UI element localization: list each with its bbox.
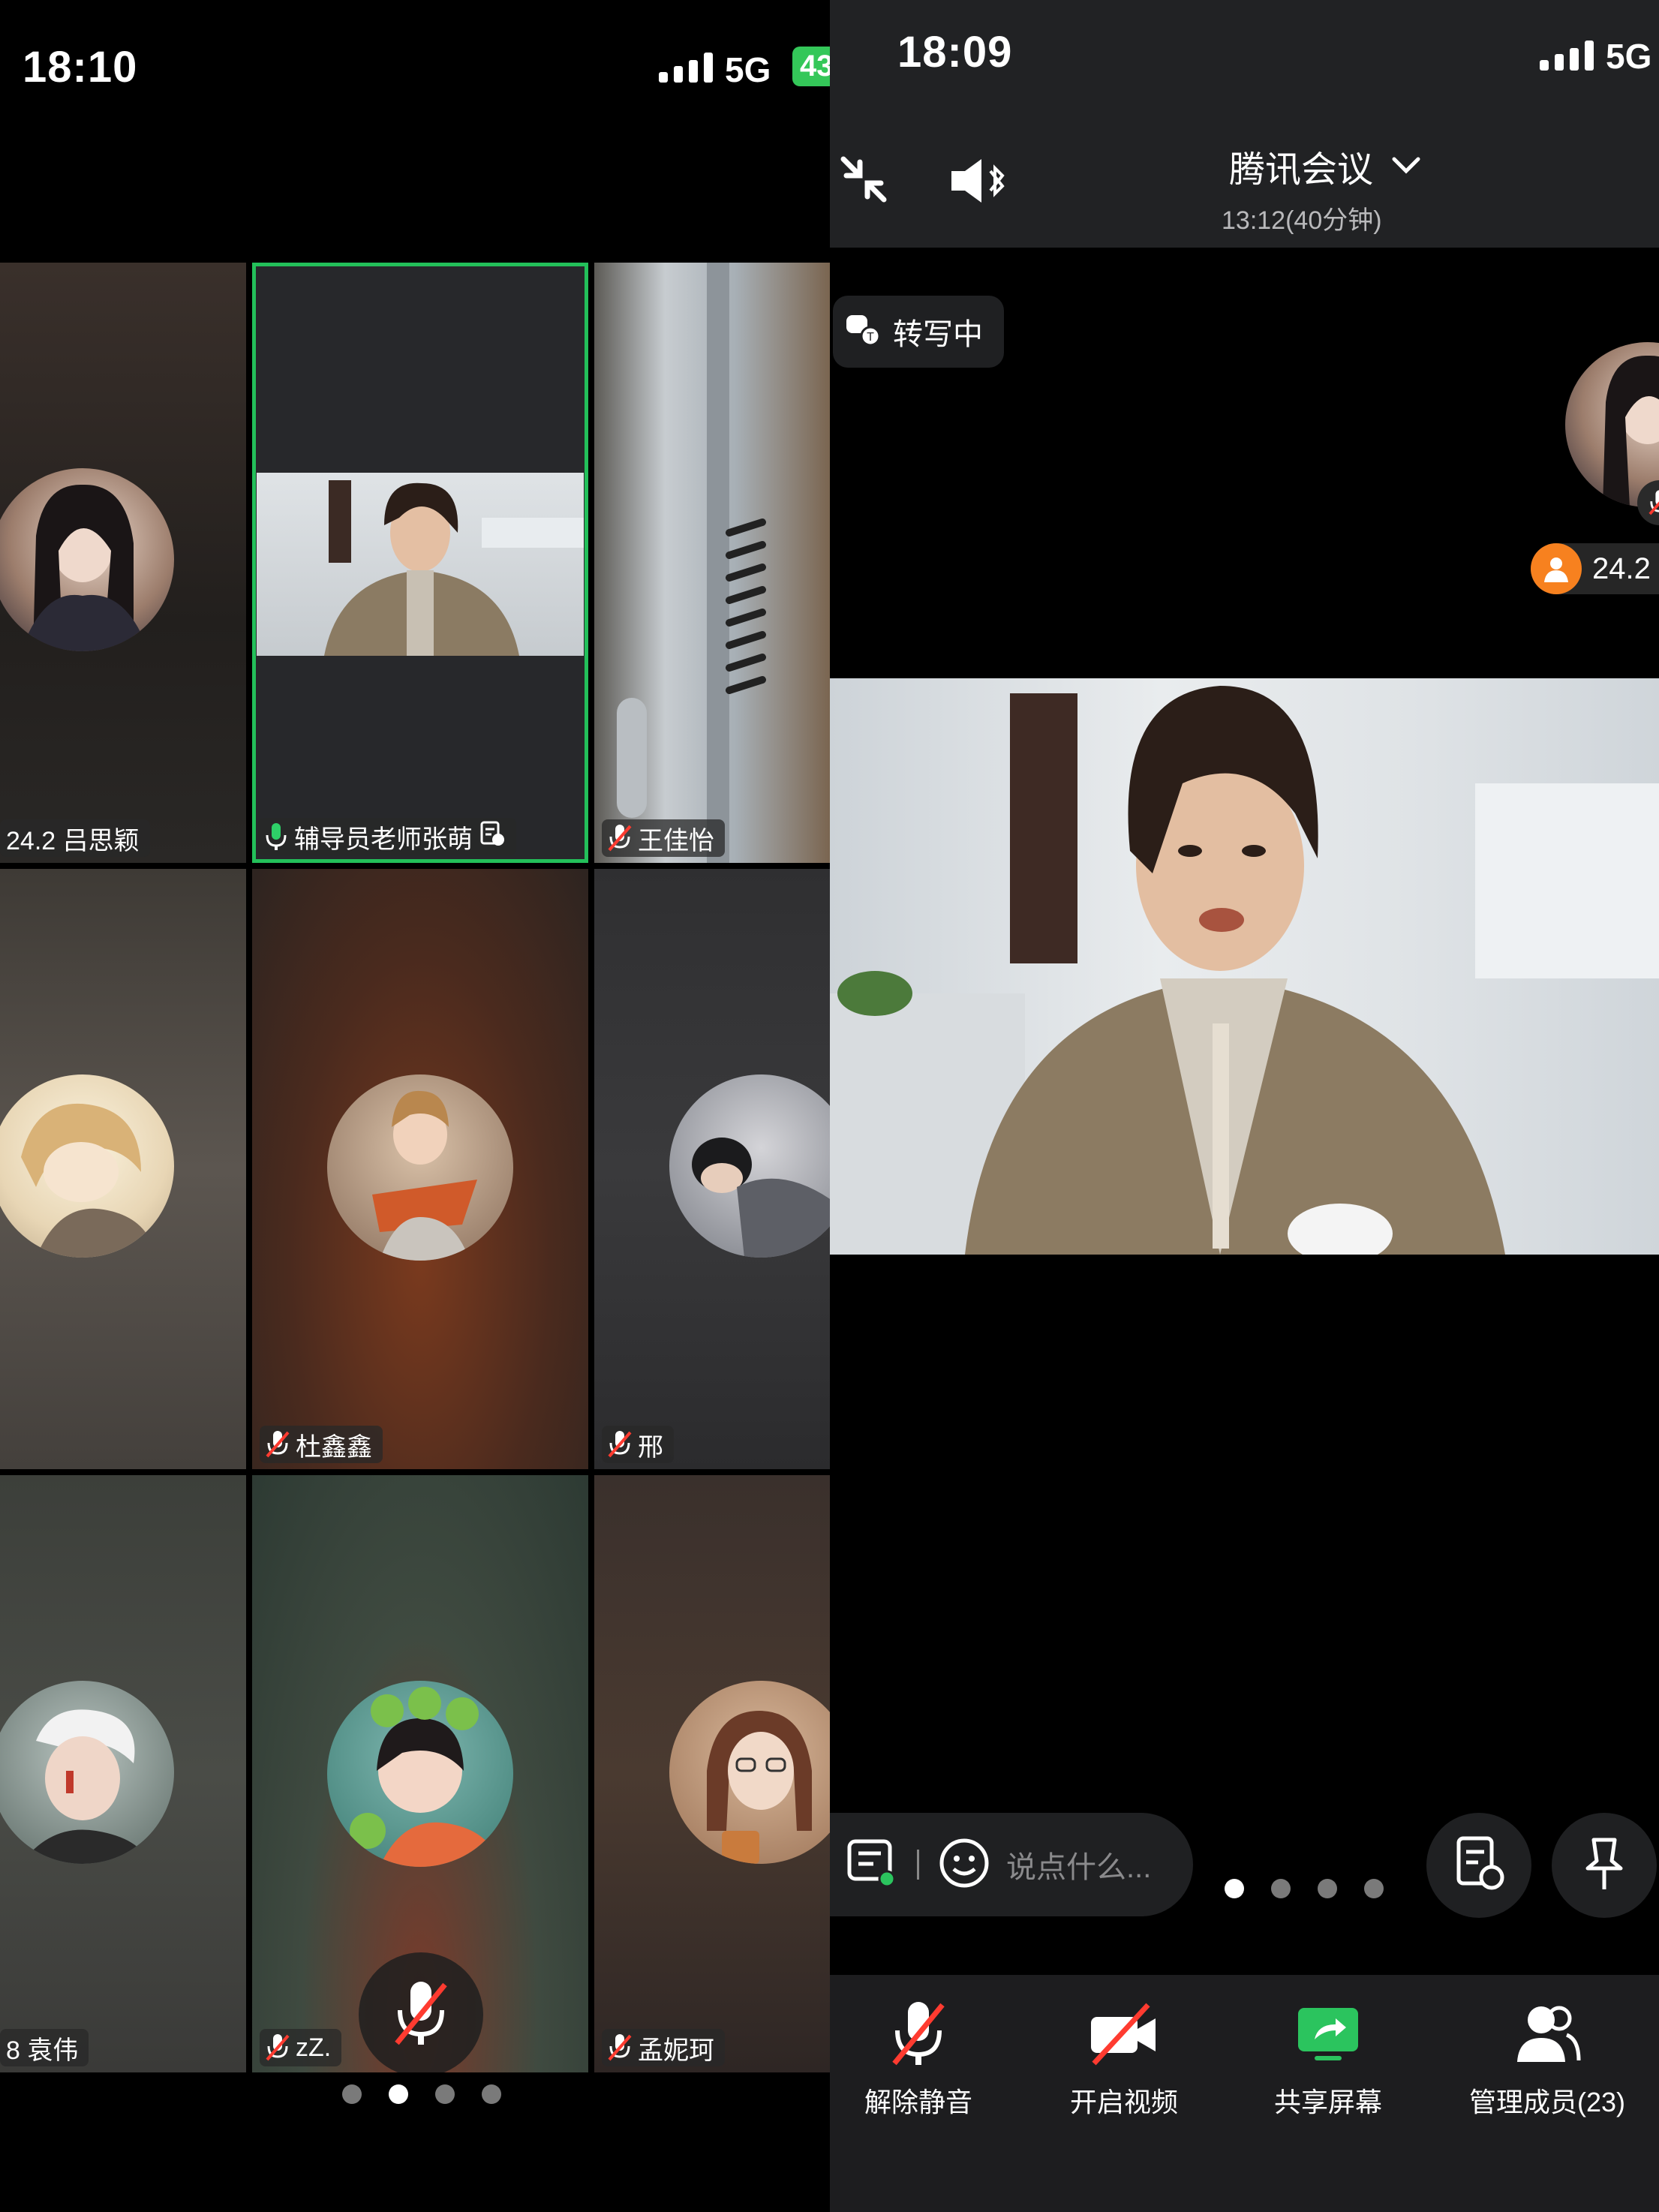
page-dot[interactable] xyxy=(435,2084,455,2104)
video-tile[interactable]: 邢 xyxy=(594,869,830,1469)
video-tile[interactable]: 24.2 吕思颖 xyxy=(0,263,246,863)
page-dot[interactable] xyxy=(342,2084,362,2104)
participant-name-tag: 孟妮珂 xyxy=(602,2029,725,2066)
participant-name-tag: 杜鑫鑫 xyxy=(260,1426,383,1463)
mic-muted-icon xyxy=(608,1429,632,1459)
participant-name: 8 袁伟 xyxy=(6,2036,79,2065)
page-dot[interactable] xyxy=(1271,1879,1291,1898)
status-time: 18:09 xyxy=(897,28,1013,77)
manage-members-label: 管理成员(23) xyxy=(1468,2087,1626,2117)
bluetooth-speaker-icon[interactable] xyxy=(948,156,1008,209)
mic-on-icon xyxy=(264,822,288,852)
page-dot[interactable] xyxy=(1364,1879,1384,1898)
start-video-label: 开启视频 xyxy=(1069,2087,1178,2117)
speaker-video xyxy=(257,473,584,656)
divider xyxy=(917,1850,919,1880)
participant-name-tag: 辅导员老师张萌 xyxy=(258,818,516,855)
chat-bar[interactable]: 说点什么... xyxy=(830,1813,1193,1916)
status-time: 18:10 xyxy=(23,43,138,92)
mic-muted-icon xyxy=(266,2033,290,2063)
unmute-label: 解除静音 xyxy=(864,2087,972,2117)
participant-badge-label: 24.2 xyxy=(1592,551,1651,585)
participant-name-tag: 邢 xyxy=(602,1426,674,1463)
transcribe-icon: T xyxy=(845,312,881,352)
network-type: 5G xyxy=(725,50,771,89)
video-tile[interactable]: 孟妮珂 xyxy=(594,1475,830,2072)
participant-name: 王佳怡 xyxy=(638,826,714,855)
mic-muted-icon xyxy=(888,2002,948,2072)
document-icon xyxy=(1453,1835,1505,1896)
video-tile[interactable]: zZ. xyxy=(252,1475,588,2072)
video-tile[interactable] xyxy=(0,869,246,1469)
participant-name: 邢 xyxy=(638,1432,663,1462)
page-dot[interactable] xyxy=(482,2084,501,2104)
video-tile-active-speaker[interactable]: 辅导员老师张萌 xyxy=(252,263,588,863)
avatar xyxy=(0,1681,174,1864)
mic-muted-icon xyxy=(608,2033,632,2063)
share-screen-label: 共享屏幕 xyxy=(1273,2087,1382,2117)
page-dot[interactable] xyxy=(1318,1879,1337,1898)
signal-icon xyxy=(1540,41,1594,71)
members-icon xyxy=(1511,2006,1583,2072)
participant-name-tag: zZ. xyxy=(260,2029,342,2066)
participant-name: zZ. xyxy=(296,2033,332,2062)
video-tile[interactable]: 王佳怡 xyxy=(594,263,830,863)
emoji-icon[interactable] xyxy=(937,1836,991,1894)
video-tile[interactable]: 8 袁伟 xyxy=(0,1475,246,2072)
meeting-toolbar: 解除静音 开启视频 共享屏幕 管理成员(23) xyxy=(830,1975,1659,2212)
document-icon xyxy=(479,820,506,854)
mic-muted-icon xyxy=(266,1429,290,1459)
unmute-button[interactable]: 解除静音 xyxy=(830,1997,1008,2120)
chat-input[interactable]: 说点什么... xyxy=(1006,1843,1151,1886)
share-screen-button[interactable]: 共享屏幕 xyxy=(1238,1997,1418,2120)
video-tile[interactable]: 杜鑫鑫 xyxy=(252,869,588,1469)
minimize-icon[interactable] xyxy=(837,153,890,209)
pin-icon xyxy=(1582,1835,1627,1896)
network-type: 5G xyxy=(1606,37,1652,76)
chevron-down-icon[interactable] xyxy=(1391,155,1421,179)
avatar xyxy=(0,468,174,651)
svg-text:T: T xyxy=(867,331,874,344)
video-off-icon xyxy=(1088,2003,1160,2072)
page-dot-active[interactable] xyxy=(1225,1879,1244,1898)
participant-badge[interactable]: 24.2 xyxy=(1531,543,1659,594)
person-icon xyxy=(1531,543,1582,594)
avatar xyxy=(669,1681,830,1864)
participant-name: 辅导员老师张萌 xyxy=(294,825,473,854)
floating-mute-button[interactable] xyxy=(359,1952,483,2072)
meeting-duration: 13:12(40分钟) xyxy=(1222,206,1382,235)
pin-button[interactable] xyxy=(1552,1813,1657,1918)
participant-name-tag: 王佳怡 xyxy=(602,819,725,857)
page-indicator[interactable] xyxy=(342,2084,501,2104)
participant-name: 24.2 吕思颖 xyxy=(6,826,140,855)
notes-button[interactable] xyxy=(1426,1813,1531,1918)
transcription-label: 转写中 xyxy=(893,318,983,351)
mic-muted-icon xyxy=(391,1977,451,2053)
avatar xyxy=(669,1074,830,1258)
mic-muted-icon xyxy=(608,823,632,853)
meeting-title[interactable]: 腾讯会议 xyxy=(1229,140,1373,192)
page-dot-active[interactable] xyxy=(389,2084,408,2104)
avatar xyxy=(327,1074,513,1261)
participant-name: 杜鑫鑫 xyxy=(296,1432,372,1462)
left-screen: 18:10 5G 43 24.2 吕思颖 辅导员老师张萌 王佳怡 杜鑫鑫 邢 8… xyxy=(0,0,830,2212)
manage-members-button[interactable]: 管理成员(23) xyxy=(1450,1997,1645,2120)
share-screen-icon xyxy=(1292,2008,1364,2072)
page-indicator[interactable] xyxy=(1225,1879,1384,1898)
participant-avatar[interactable] xyxy=(1565,342,1659,507)
chat-bubble-icon[interactable] xyxy=(846,1837,899,1893)
participant-name-tag: 8 袁伟 xyxy=(0,2029,89,2066)
avatar xyxy=(0,1074,174,1258)
participant-name: 孟妮珂 xyxy=(638,2036,714,2065)
participant-name-tag: 24.2 吕思颖 xyxy=(0,819,150,857)
battery-level: 43 xyxy=(792,47,830,86)
signal-icon xyxy=(659,53,713,83)
right-screen: 18:09 5G 腾讯会议 13:12(40分钟) T 转写中 24.2 说点什… xyxy=(830,0,1659,2212)
transcription-status[interactable]: T 转写中 xyxy=(833,296,1004,368)
avatar xyxy=(327,1681,513,1867)
main-speaker-video[interactable] xyxy=(830,678,1659,1255)
start-video-button[interactable]: 开启视频 xyxy=(1034,1997,1214,2120)
